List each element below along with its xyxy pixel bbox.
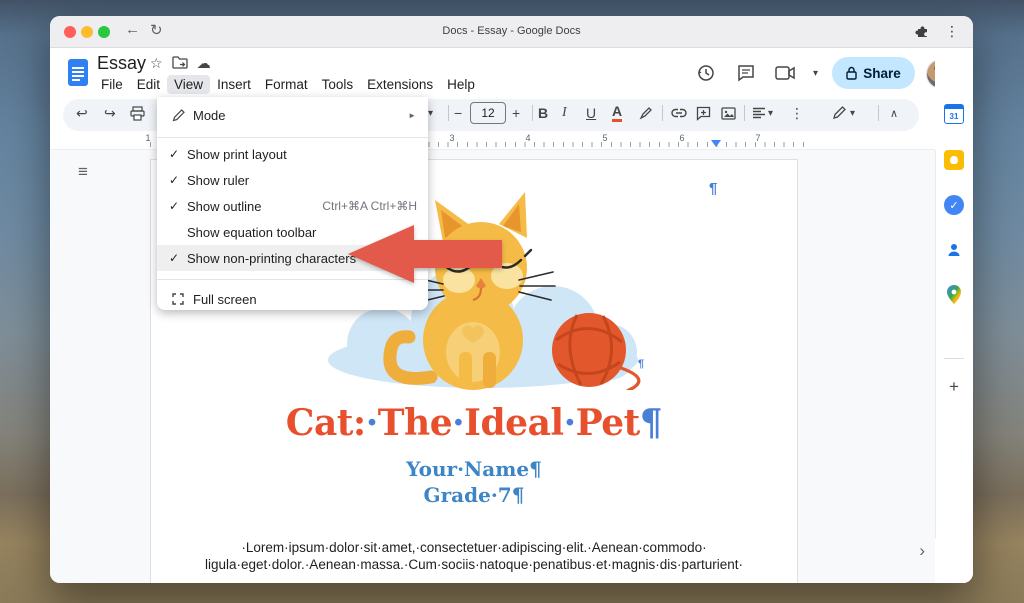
menu-help[interactable]: Help: [440, 75, 482, 94]
decrease-font-size-icon[interactable]: −: [454, 104, 462, 122]
essay-byline[interactable]: Your·Name¶: [151, 457, 797, 481]
move-folder-icon[interactable]: [172, 56, 188, 72]
check-icon: ✓: [169, 251, 179, 265]
essay-grade[interactable]: Grade·7¶: [151, 483, 797, 507]
get-add-ons-icon[interactable]: +: [949, 377, 959, 397]
submenu-arrow-icon: ►: [408, 111, 416, 120]
menu-item-show-print-layout[interactable]: ✓ Show print layout: [157, 141, 428, 167]
show-outline-icon[interactable]: ≡: [78, 162, 88, 182]
paragraph-mark: ¶: [638, 358, 644, 370]
menu-insert[interactable]: Insert: [210, 75, 258, 94]
share-button[interactable]: Share: [832, 57, 915, 89]
highlight-color-icon[interactable]: [639, 104, 653, 122]
body-text-line[interactable]: ligula·eget·dolor.·Aenean·massa.·Cum·soc…: [191, 557, 757, 572]
check-icon: ✓: [169, 147, 179, 161]
browser-window: ← ↻ Docs - Essay - Google Docs ⋮ Essay ☆…: [50, 16, 973, 583]
paragraph-mark: ¶: [709, 180, 717, 197]
zoom-dropdown-icon[interactable]: ▾: [428, 104, 433, 122]
editing-mode-pen-icon[interactable]: [832, 104, 846, 122]
meet-video-icon[interactable]: [773, 60, 799, 86]
menu-format[interactable]: Format: [258, 75, 315, 94]
essay-title[interactable]: Cat:·The·Ideal·Pet¶: [151, 402, 797, 444]
body-text-line[interactable]: ·Lorem·ipsum·dolor·sit·amet,·consectetue…: [191, 540, 757, 555]
version-history-icon[interactable]: [693, 60, 719, 86]
check-icon: ✓: [169, 173, 179, 187]
fullscreen-icon: [170, 293, 186, 305]
google-side-panel: 31 ✓ +: [935, 48, 973, 583]
lock-icon: [846, 66, 857, 80]
extensions-icon[interactable]: [915, 23, 931, 44]
google-tasks-icon[interactable]: ✓: [944, 195, 964, 215]
menu-item-mode[interactable]: Mode ►: [157, 97, 428, 134]
increase-font-size-icon[interactable]: +: [512, 104, 520, 122]
pencil-icon: [170, 109, 186, 122]
indent-marker[interactable]: [711, 140, 721, 147]
google-docs-logo-icon[interactable]: [68, 59, 88, 91]
check-icon: ✓: [169, 199, 179, 213]
add-comment-icon[interactable]: [696, 104, 711, 122]
hide-menus-icon[interactable]: ∧: [890, 104, 898, 122]
google-calendar-icon[interactable]: 31: [944, 104, 964, 124]
text-color-icon[interactable]: A: [612, 104, 622, 122]
menu-view[interactable]: View: [167, 75, 210, 94]
align-icon[interactable]: [752, 104, 766, 122]
insert-image-icon[interactable]: [721, 104, 736, 122]
keyboard-shortcut: Ctrl+⌘A Ctrl+⌘H: [322, 199, 417, 213]
menu-item-show-outline[interactable]: ✓ Show outline Ctrl+⌘A Ctrl+⌘H: [157, 193, 428, 219]
insert-link-icon[interactable]: [671, 104, 687, 122]
redo-icon[interactable]: ↪: [104, 104, 116, 122]
meet-dropdown-icon[interactable]: ▾: [813, 68, 818, 79]
italic-icon[interactable]: I: [562, 104, 567, 122]
print-icon[interactable]: [130, 104, 145, 122]
editing-mode-dropdown-icon[interactable]: ▾: [850, 104, 855, 122]
undo-icon[interactable]: ↩: [76, 104, 88, 122]
menu-item-show-ruler[interactable]: ✓ Show ruler: [157, 167, 428, 193]
bold-icon[interactable]: B: [538, 104, 548, 122]
browser-titlebar: ← ↻ Docs - Essay - Google Docs ⋮: [50, 16, 973, 48]
menu-file[interactable]: File: [94, 75, 130, 94]
menu-extensions[interactable]: Extensions: [360, 75, 440, 94]
google-keep-icon[interactable]: [944, 150, 964, 170]
document-title[interactable]: Essay: [97, 53, 146, 74]
tab-title: Docs - Essay - Google Docs: [50, 25, 973, 37]
comments-icon[interactable]: [733, 60, 759, 86]
font-size-input[interactable]: 12: [470, 102, 506, 124]
menu-edit[interactable]: Edit: [130, 75, 167, 94]
underline-icon[interactable]: U: [586, 104, 596, 122]
menu-item-full-screen[interactable]: Full screen: [157, 283, 428, 315]
menu-tools[interactable]: Tools: [315, 75, 361, 94]
docs-header: Essay ☆ ☁ File Edit View Insert Format T…: [50, 48, 973, 97]
annotation-arrow: [348, 225, 502, 283]
docs-menubar: File Edit View Insert Format Tools Exten…: [94, 75, 482, 94]
google-contacts-icon[interactable]: [944, 240, 964, 260]
align-dropdown-icon[interactable]: ▾: [768, 104, 773, 122]
more-toolbar-icon[interactable]: ⋮: [790, 104, 804, 122]
star-icon[interactable]: ☆: [150, 55, 163, 72]
hide-side-panel-icon[interactable]: ›: [919, 541, 925, 561]
cloud-status-icon[interactable]: ☁: [197, 55, 211, 72]
browser-menu-icon[interactable]: ⋮: [945, 23, 959, 40]
desktop-wallpaper: ← ↻ Docs - Essay - Google Docs ⋮ Essay ☆…: [0, 0, 1024, 603]
google-maps-icon[interactable]: [944, 284, 964, 304]
